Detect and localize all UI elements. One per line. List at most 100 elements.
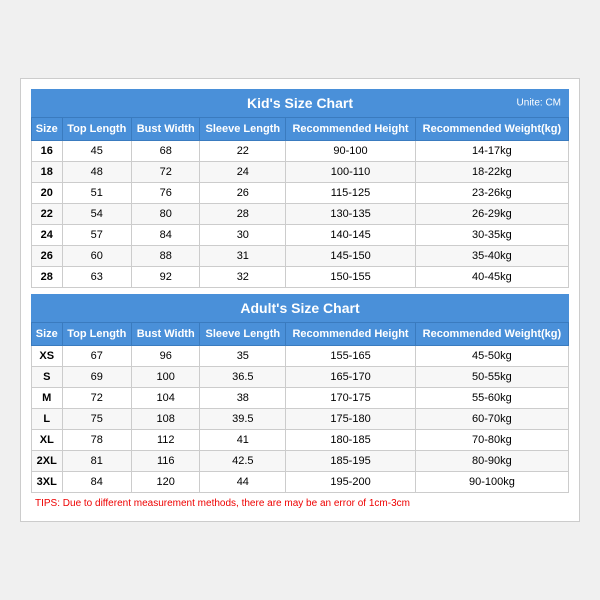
kids-col-top-length: Top Length bbox=[62, 118, 132, 141]
adults-cell: 45-50kg bbox=[415, 346, 568, 367]
kids-cell: 63 bbox=[62, 267, 132, 288]
adults-cell: L bbox=[32, 409, 63, 430]
adults-cell: 120 bbox=[132, 472, 200, 493]
adults-col-top-length: Top Length bbox=[62, 323, 132, 346]
kids-cell: 22 bbox=[200, 141, 286, 162]
adults-col-rec-weight: Recommended Weight(kg) bbox=[415, 323, 568, 346]
kids-cell: 26-29kg bbox=[415, 204, 568, 225]
kids-cell: 51 bbox=[62, 183, 132, 204]
kids-cell: 28 bbox=[200, 204, 286, 225]
tips-row: TIPS: Due to different measurement metho… bbox=[31, 493, 569, 511]
adults-cell: 100 bbox=[132, 367, 200, 388]
adults-cell: 180-185 bbox=[286, 430, 416, 451]
kids-cell: 18 bbox=[32, 162, 63, 183]
kids-cell: 45 bbox=[62, 141, 132, 162]
adults-cell: 70-80kg bbox=[415, 430, 568, 451]
kids-cell: 28 bbox=[32, 267, 63, 288]
adults-cell: 80-90kg bbox=[415, 451, 568, 472]
adults-col-bust-width: Bust Width bbox=[132, 323, 200, 346]
kids-size-table: Size Top Length Bust Width Sleeve Length… bbox=[31, 117, 569, 288]
adults-cell: S bbox=[32, 367, 63, 388]
kids-cell: 92 bbox=[132, 267, 200, 288]
adults-cell: 78 bbox=[62, 430, 132, 451]
kids-cell: 26 bbox=[32, 246, 63, 267]
adults-cell: 170-175 bbox=[286, 388, 416, 409]
adults-cell: 44 bbox=[200, 472, 286, 493]
adults-cell: 72 bbox=[62, 388, 132, 409]
adults-cell: 90-100kg bbox=[415, 472, 568, 493]
adults-cell: 41 bbox=[200, 430, 286, 451]
kids-cell: 24 bbox=[200, 162, 286, 183]
adults-cell: 50-55kg bbox=[415, 367, 568, 388]
adults-table-row: 3XL8412044195-20090-100kg bbox=[32, 472, 569, 493]
adults-cell: 42.5 bbox=[200, 451, 286, 472]
kids-cell: 60 bbox=[62, 246, 132, 267]
kids-cell: 88 bbox=[132, 246, 200, 267]
adults-cell: 96 bbox=[132, 346, 200, 367]
adults-cell: 195-200 bbox=[286, 472, 416, 493]
adults-cell: 75 bbox=[62, 409, 132, 430]
adults-cell: 3XL bbox=[32, 472, 63, 493]
kids-col-size: Size bbox=[32, 118, 63, 141]
kids-table-row: 28639232150-15540-45kg bbox=[32, 267, 569, 288]
adults-table-row: L7510839.5175-18060-70kg bbox=[32, 409, 569, 430]
adults-title-text: Adult's Size Chart bbox=[240, 300, 359, 316]
kids-cell: 57 bbox=[62, 225, 132, 246]
adults-cell: 185-195 bbox=[286, 451, 416, 472]
kids-section-title: Kid's Size Chart Unite: CM bbox=[31, 89, 569, 117]
kids-col-bust-width: Bust Width bbox=[132, 118, 200, 141]
adults-cell: 69 bbox=[62, 367, 132, 388]
adults-cell: 84 bbox=[62, 472, 132, 493]
adults-cell: 165-170 bbox=[286, 367, 416, 388]
adults-cell: 81 bbox=[62, 451, 132, 472]
chart-container: Kid's Size Chart Unite: CM Size Top Leng… bbox=[20, 78, 580, 522]
adults-cell: 155-165 bbox=[286, 346, 416, 367]
adults-cell: 2XL bbox=[32, 451, 63, 472]
kids-cell: 100-110 bbox=[286, 162, 416, 183]
kids-table-row: 18487224100-11018-22kg bbox=[32, 162, 569, 183]
kids-header-row: Size Top Length Bust Width Sleeve Length… bbox=[32, 118, 569, 141]
kids-title-text: Kid's Size Chart bbox=[247, 95, 353, 111]
kids-col-rec-weight: Recommended Weight(kg) bbox=[415, 118, 568, 141]
kids-col-rec-height: Recommended Height bbox=[286, 118, 416, 141]
kids-cell: 18-22kg bbox=[415, 162, 568, 183]
adults-cell: 60-70kg bbox=[415, 409, 568, 430]
adults-table-row: 2XL8111642.5185-19580-90kg bbox=[32, 451, 569, 472]
kids-cell: 76 bbox=[132, 183, 200, 204]
kids-cell: 31 bbox=[200, 246, 286, 267]
kids-cell: 130-135 bbox=[286, 204, 416, 225]
kids-cell: 115-125 bbox=[286, 183, 416, 204]
adults-col-rec-height: Recommended Height bbox=[286, 323, 416, 346]
kids-table-row: 1645682290-10014-17kg bbox=[32, 141, 569, 162]
adults-cell: 38 bbox=[200, 388, 286, 409]
kids-table-row: 26608831145-15035-40kg bbox=[32, 246, 569, 267]
adults-table-row: M7210438170-17555-60kg bbox=[32, 388, 569, 409]
adults-cell: 55-60kg bbox=[415, 388, 568, 409]
kids-cell: 22 bbox=[32, 204, 63, 225]
adults-cell: 67 bbox=[62, 346, 132, 367]
adults-cell: 116 bbox=[132, 451, 200, 472]
kids-cell: 48 bbox=[62, 162, 132, 183]
kids-table-row: 24578430140-14530-35kg bbox=[32, 225, 569, 246]
adults-cell: M bbox=[32, 388, 63, 409]
adults-header-row: Size Top Length Bust Width Sleeve Length… bbox=[32, 323, 569, 346]
kids-cell: 140-145 bbox=[286, 225, 416, 246]
adults-cell: 39.5 bbox=[200, 409, 286, 430]
adults-cell: 112 bbox=[132, 430, 200, 451]
kids-cell: 80 bbox=[132, 204, 200, 225]
kids-cell: 20 bbox=[32, 183, 63, 204]
kids-cell: 84 bbox=[132, 225, 200, 246]
kids-unit-label: Unite: CM bbox=[517, 98, 561, 109]
kids-cell: 72 bbox=[132, 162, 200, 183]
kids-cell: 40-45kg bbox=[415, 267, 568, 288]
tips-text: TIPS: Due to different measurement metho… bbox=[35, 498, 410, 509]
adults-col-sleeve-length: Sleeve Length bbox=[200, 323, 286, 346]
kids-table-row: 20517626115-12523-26kg bbox=[32, 183, 569, 204]
adults-cell: XL bbox=[32, 430, 63, 451]
kids-cell: 150-155 bbox=[286, 267, 416, 288]
kids-cell: 24 bbox=[32, 225, 63, 246]
adults-cell: 108 bbox=[132, 409, 200, 430]
kids-cell: 35-40kg bbox=[415, 246, 568, 267]
kids-cell: 90-100 bbox=[286, 141, 416, 162]
adults-table-row: S6910036.5165-17050-55kg bbox=[32, 367, 569, 388]
